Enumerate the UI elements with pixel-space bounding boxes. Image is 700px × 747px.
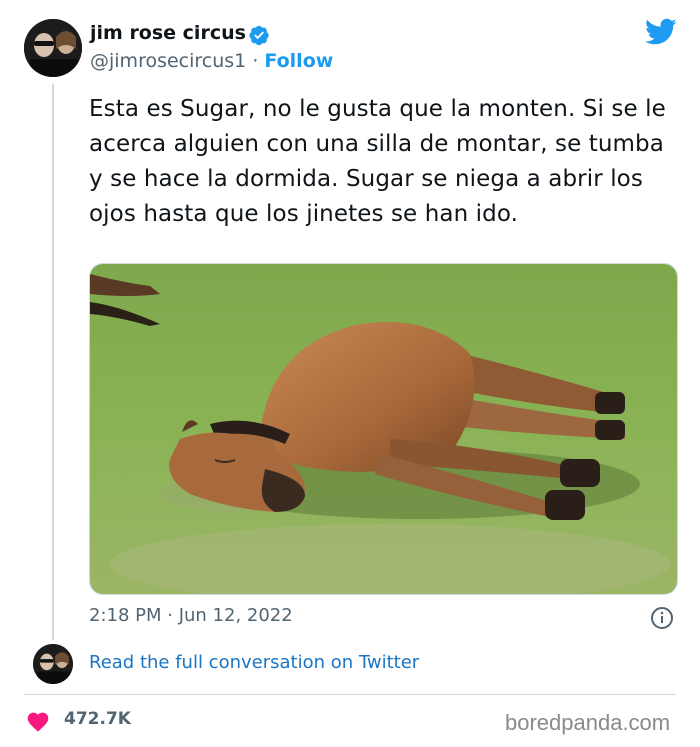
user-handle[interactable]: @jimrosecircus1 <box>90 50 246 72</box>
divider <box>24 694 676 695</box>
tweet-timestamp[interactable]: 2:18 PM · Jun 12, 2022 <box>89 605 293 626</box>
handle-row: @jimrosecircus1 · Follow <box>90 50 333 72</box>
user-avatar[interactable] <box>24 19 82 77</box>
tweet-media-photo[interactable] <box>89 263 678 595</box>
watermark: boredpanda.com <box>505 710 671 735</box>
follow-button[interactable]: Follow <box>264 50 333 72</box>
twitter-bird-icon[interactable] <box>645 18 677 46</box>
conversation-avatar[interactable] <box>33 644 73 684</box>
avatar-photo <box>24 19 82 77</box>
conversation-avatar-photo <box>33 644 73 684</box>
like-count: 472.7K <box>64 709 131 729</box>
read-conversation-link[interactable]: Read the full conversation on Twitter <box>89 652 419 673</box>
display-name[interactable]: jim rose circus <box>90 22 246 44</box>
thread-line <box>52 84 54 640</box>
verified-badge-icon <box>249 25 269 46</box>
tweet-text: Esta es Sugar, no le gusta que la monten… <box>89 96 666 227</box>
info-icon[interactable] <box>650 606 674 630</box>
separator-dot: · <box>246 50 265 72</box>
heart-icon[interactable] <box>26 710 50 732</box>
photo-of-horse-lying-on-grass <box>90 264 677 594</box>
embedded-tweet-card: jim rose circus @jimrosecircus1 · Follow… <box>0 0 700 747</box>
